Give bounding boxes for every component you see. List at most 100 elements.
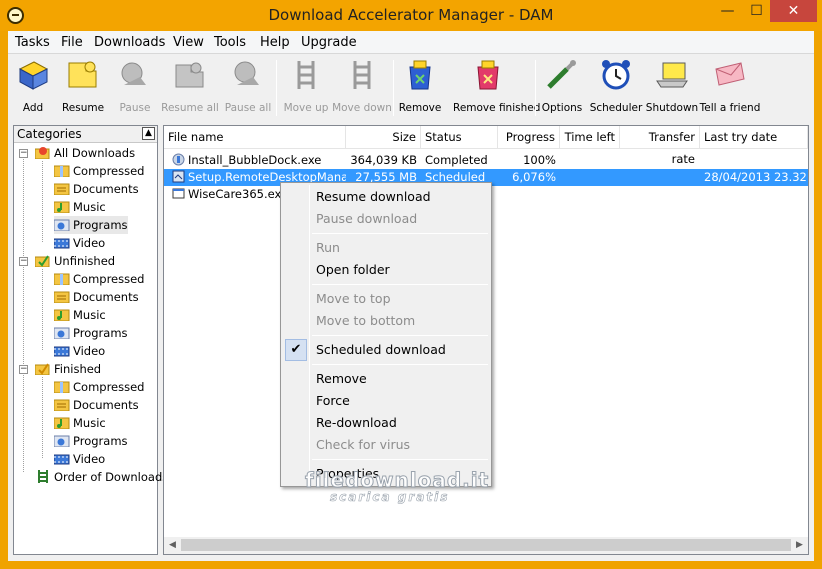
title-bar[interactable]: Download Accelerator Manager - DAM — ☐ ✕ [0,0,822,31]
minimize-button[interactable]: — [713,0,742,22]
menu-downloads[interactable]: Downloads [94,35,165,50]
pin-icon[interactable]: ▲ [142,127,155,140]
tree-item-documents[interactable]: Documents [54,396,139,414]
maximize-button[interactable]: ☐ [742,0,771,22]
programs-folder-icon [54,435,70,447]
pause-icon [121,62,146,85]
video-folder-icon [54,238,70,249]
menu-run[interactable]: Run [283,237,489,259]
scrollbar-thumb[interactable] [181,539,791,551]
menu-remove[interactable]: Remove [283,368,489,390]
tree-label: Compressed [73,380,145,394]
scroll-right-icon[interactable]: ▶ [791,537,808,554]
pause-all-button[interactable]: Pause all [225,58,271,118]
tree-item-compressed[interactable]: Compressed [54,270,144,288]
tree-line [42,161,43,242]
tree-item-compressed[interactable]: Compressed [54,378,144,396]
watermark-text: filedownload.it [304,468,490,493]
menu-move-to-bottom[interactable]: Move to bottom [283,310,489,332]
resume-icon [68,61,97,88]
tree-order-of-downloads[interactable]: Order of Downloads [35,468,168,486]
tell-a-friend-button[interactable]: Tell a friend [700,58,760,118]
cell-last-try-date [700,186,808,203]
menu-re-download[interactable]: Re-download [283,412,489,434]
move-up-button[interactable]: Move up [284,58,328,118]
menu-tasks[interactable]: Tasks [15,35,50,50]
table-row[interactable]: Install_BubbleDock.exe 364,039 KB Comple… [164,152,808,169]
remove-finished-button[interactable]: Remove finished [453,58,540,118]
column-progress[interactable]: Progress [498,126,560,149]
pause-label: Pause [119,102,151,114]
scheduler-button[interactable]: Scheduler [590,58,642,118]
star-folder-icon [35,147,50,159]
shutdown-label: Shutdown [645,102,699,114]
tree-item-music[interactable]: Music [54,414,106,432]
expand-toggle[interactable]: − [19,257,28,266]
documents-folder-icon [54,399,70,411]
tree-item-music[interactable]: Music [54,306,106,324]
tree-item-documents[interactable]: Documents [54,180,139,198]
menu-file[interactable]: File [61,35,83,50]
menu-upgrade[interactable]: Upgrade [301,35,357,50]
shutdown-button[interactable]: Shutdown [646,58,698,118]
menu-pause-download[interactable]: Pause download [283,208,489,230]
horizontal-scrollbar[interactable]: ◀ ▶ [164,537,808,554]
categories-panel: Categories ▲ − All Downloads Compressed … [13,125,168,555]
tree-unfinished[interactable]: Unfinished [35,252,115,270]
video-folder-icon [54,454,70,465]
tree-all-downloads[interactable]: All Downloads [35,144,135,162]
tree-item-programs[interactable]: Programs [54,216,128,234]
scroll-left-icon[interactable]: ◀ [164,537,181,554]
ladder-icon [38,470,48,483]
tree-item-music[interactable]: Music [54,198,106,216]
cell-file-name: Install_BubbleDock.exe [168,152,346,169]
tree-item-documents[interactable]: Documents [54,288,139,306]
menu-force[interactable]: Force [283,390,489,412]
tree-item-video[interactable]: Video [54,234,105,252]
tree-item-programs[interactable]: Programs [54,324,128,342]
music-folder-icon [54,201,70,213]
close-button[interactable]: ✕ [770,0,817,22]
column-file-name[interactable]: File name [164,126,346,149]
tree-item-video[interactable]: Video [54,342,105,360]
remove-icon [409,60,431,90]
compressed-folder-icon [54,273,70,285]
tree-label: Finished [54,362,102,376]
resume-button[interactable]: Resume [62,58,104,118]
tree-label: Programs [73,434,128,448]
exe-file-icon [172,188,185,199]
resume-all-button[interactable]: Resume all [161,58,219,118]
remove-button[interactable]: Remove [399,58,441,118]
list-header: File name Size Status Progress Time left… [164,126,808,166]
menu-resume-download[interactable]: Resume download [283,186,489,208]
expand-toggle[interactable]: − [19,149,28,158]
tree-item-programs[interactable]: Programs [54,432,128,450]
programs-folder-icon [54,219,70,231]
menu-open-folder[interactable]: Open folder [283,259,489,281]
tree-finished[interactable]: Finished [35,360,101,378]
menu-help[interactable]: Help [260,35,290,50]
resume-label: Resume [61,102,105,114]
column-last-try-date[interactable]: Last try date [700,126,808,149]
add-button[interactable]: Add [13,58,53,118]
expand-toggle[interactable]: − [19,365,28,374]
tree-item-video[interactable]: Video [54,450,105,468]
column-status[interactable]: Status [421,126,498,149]
menu-check-for-virus[interactable]: Check for virus [283,434,489,456]
menu-view[interactable]: View [173,35,204,50]
column-time-left[interactable]: Time left [560,126,620,149]
column-transfer-rate[interactable]: Transfer rate [620,126,700,166]
move-down-button[interactable]: Move down [332,58,392,118]
file-name: WiseCare365.exe [188,187,289,201]
pause-button[interactable]: Pause [115,58,155,118]
tree-item-compressed[interactable]: Compressed [54,162,144,180]
menu-scheduled-download[interactable]: ✔ Scheduled download [283,339,489,361]
menu-label: Scheduled download [316,342,446,357]
column-size[interactable]: Size [346,126,421,149]
menu-tools[interactable]: Tools [214,35,246,50]
menu-move-to-top[interactable]: Move to top [283,288,489,310]
remove-finished-label: Remove finished [453,102,541,114]
categories-header: Categories ▲ [14,126,157,143]
setup-file-icon [172,170,185,183]
options-button[interactable]: Options [542,58,582,118]
